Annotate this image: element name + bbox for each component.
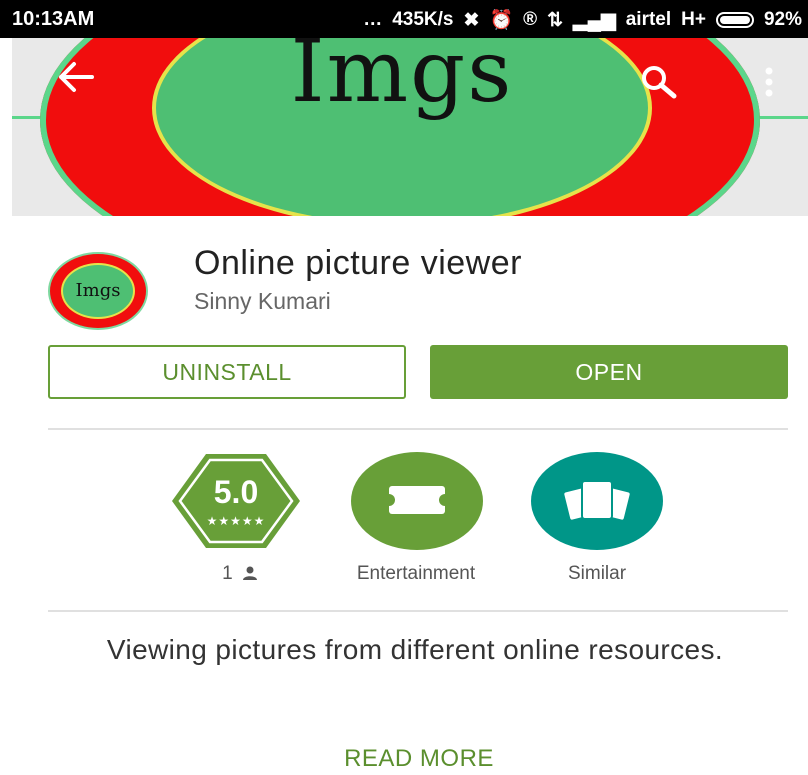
ticket-icon [383,486,451,514]
developer-name[interactable]: Sinny Kumari [194,288,331,315]
divider-bottom [48,610,788,612]
mute-icon: ✖ [463,9,480,31]
app-description: Viewing pictures from different online r… [106,634,724,665]
similar-badge[interactable] [531,452,663,550]
search-icon[interactable] [640,64,680,107]
category-label: Entertainment [356,563,476,584]
similar-label: Similar [567,563,627,584]
card-center [581,480,613,520]
status-ellipsis: … [363,9,383,30]
status-time: 10:13AM [12,8,95,30]
back-arrow-icon[interactable] [58,60,94,100]
app-icon-text: Imgs [61,263,135,319]
battery-level: 92% [763,9,802,30]
rating-stars: ★★★★★ [206,514,266,528]
status-bar: 10:13AM … 435K/s ✖ ⏰ ® ⇅ ▂▄▆ airtel H+ 9… [0,0,808,38]
app-title: Online picture viewer [194,244,522,282]
person-icon [242,566,257,580]
rating-count: 1 [200,563,280,585]
more-vert-icon[interactable] [764,66,774,106]
rating-count-value: 1 [222,563,233,584]
divider-top [48,428,788,430]
category-badge[interactable] [351,452,483,550]
banner-logo-text: Imgs [290,38,514,122]
carrier-name: airtel [625,9,672,30]
registered-icon: ® [523,9,538,30]
cards-icon [561,478,633,524]
alarm-icon: ⏰ [489,10,514,31]
signal-icon: ▂▄▆ [573,9,616,31]
feature-banner: Imgs [12,38,808,216]
rating-value: 5.0 [213,474,259,510]
read-more-link[interactable]: READ MORE [0,745,808,773]
uninstall-button[interactable]: UNINSTALL [48,345,406,399]
data-arrows-icon: ⇅ [547,9,564,31]
open-button[interactable]: OPEN [430,345,788,399]
network-type: H+ [681,9,706,30]
battery-icon [715,12,754,28]
app-header: Imgs Online picture viewer Sinny Kumari [0,216,808,336]
app-icon: Imgs [50,254,146,328]
status-right: … 435K/s ✖ ⏰ ® ⇅ ▂▄▆ airtel H+ 92% [363,8,802,32]
banner-logo-inner: Imgs [152,38,652,216]
rating-badge[interactable]: 5.0 ★★★★★ [170,452,302,550]
network-speed: 435K/s [392,9,454,30]
